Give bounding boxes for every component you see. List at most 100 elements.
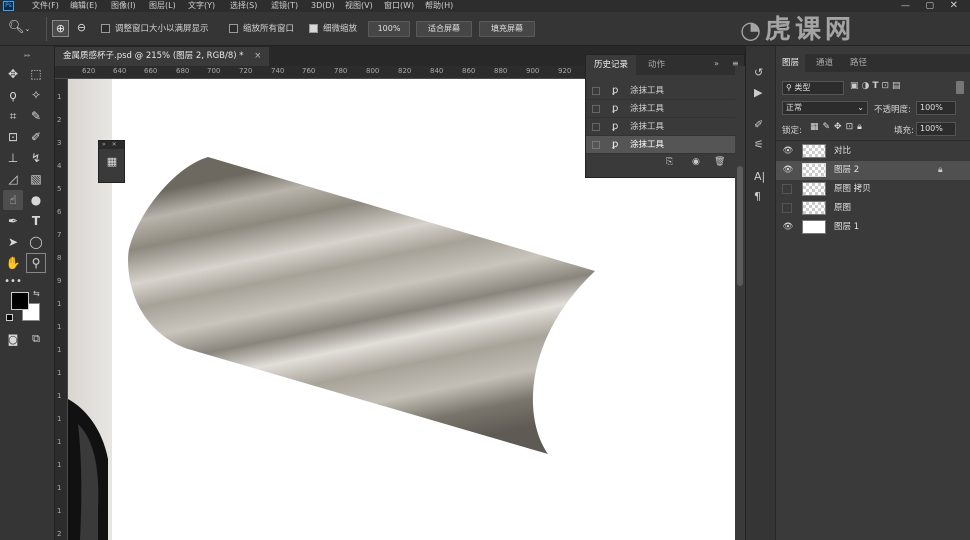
menu-type[interactable]: 文字(Y) [188, 0, 215, 12]
layer-row[interactable]: 👁︎ 对比 [776, 142, 970, 161]
layer-row[interactable]: 原图 [776, 199, 970, 218]
toolbar-collapse-icon[interactable]: ▸▸ [0, 52, 55, 59]
blend-mode-select[interactable]: 正常 ⌄ [782, 101, 868, 115]
tab-paths[interactable]: 路径 [846, 54, 871, 72]
opacity-field[interactable]: 100% [916, 101, 956, 115]
quick-mask-icon[interactable]: ◙ [3, 329, 23, 349]
layer-row[interactable]: 原图 拷贝 [776, 180, 970, 199]
brush-settings-icon[interactable]: ✐ [754, 118, 763, 131]
history-row[interactable]: ꝑ 涂抹工具 [586, 100, 736, 118]
history-panel-icon[interactable]: ↺ [754, 66, 763, 79]
clone-stamp-icon[interactable]: ⊥ [3, 148, 23, 168]
close-icon[interactable]: ✕ [112, 141, 117, 148]
filter-toggle[interactable] [956, 81, 964, 94]
smudge-tool-icon[interactable]: ☝ [3, 190, 23, 210]
menu-file[interactable]: 文件(F) [32, 0, 59, 12]
camera-icon[interactable]: ◉ [692, 157, 700, 167]
marquee-tool-icon[interactable]: ⬚ [26, 64, 46, 84]
adjustments-icon[interactable]: ⚟ [754, 138, 764, 151]
visibility-eye-icon[interactable]: 👁︎ [782, 164, 794, 176]
ellipse-tool-icon[interactable]: ◯ [26, 232, 46, 252]
zoom-all-windows-checkbox[interactable] [229, 24, 238, 33]
menu-edit[interactable]: 编辑(E) [70, 0, 97, 12]
magic-wand-icon[interactable]: ✧ [26, 85, 46, 105]
lasso-tool-icon[interactable]: ϙ [3, 85, 23, 105]
fill-screen-button[interactable]: 填充屏幕 [479, 21, 535, 37]
tab-channels[interactable]: 通道 [812, 54, 837, 72]
default-colors-icon[interactable] [6, 314, 13, 321]
close-window-icon[interactable]: ✕ [950, 0, 958, 12]
snapshot-checkbox[interactable] [592, 141, 600, 149]
crop-tool-icon[interactable]: ⌗ [3, 106, 23, 126]
layer-filter-icons[interactable]: ▣◑T⊡▤ [850, 81, 904, 91]
scroll-thumb[interactable] [737, 166, 743, 286]
zoom-tool-preset[interactable]: 🔍︎⌄ [8, 20, 38, 38]
canvas-vertical-scrollbar[interactable] [735, 66, 745, 540]
move-tool-icon[interactable]: ✥ [3, 64, 23, 84]
trash-icon[interactable]: 🗑︎ [714, 157, 725, 167]
menu-layer[interactable]: 图层(L) [149, 0, 176, 12]
resize-windows-checkbox[interactable] [101, 24, 110, 33]
layer-thumbnail [802, 220, 826, 234]
fill-field[interactable]: 100% [916, 122, 956, 136]
type-tool-icon[interactable]: T [26, 211, 46, 231]
maximize-icon[interactable]: ▢ [925, 0, 934, 12]
history-row[interactable]: ꝑ 涂抹工具 [586, 118, 736, 136]
tab-layers[interactable]: 图层 [776, 54, 806, 72]
snapshot-checkbox[interactable] [592, 123, 600, 131]
expand-icon[interactable]: » [102, 141, 106, 148]
minimize-icon[interactable]: — [901, 0, 910, 12]
layer-row-selected[interactable]: 👁︎ 图层 2 🔒︎ [776, 161, 970, 180]
more-tools-icon[interactable]: ••• [3, 271, 23, 291]
panel-expand-icon[interactable]: » [714, 59, 719, 68]
close-tab-icon[interactable]: × [254, 51, 261, 61]
tab-actions[interactable]: 动作 [642, 55, 671, 75]
menu-filter[interactable]: 滤镜(T) [271, 0, 298, 12]
menu-3d[interactable]: 3D(D) [311, 0, 335, 12]
pen-tool-icon[interactable]: ✒ [3, 211, 23, 231]
visibility-toggle-off[interactable] [782, 184, 792, 194]
visibility-toggle-off[interactable] [782, 203, 792, 213]
history-brush-icon[interactable]: ↯ [26, 148, 46, 168]
menu-select[interactable]: 选择(S) [230, 0, 257, 12]
document-tab[interactable]: 金属质感杯子.psd @ 215% (图层 2, RGB/8) * × [55, 47, 270, 66]
brush-tool-icon[interactable]: ✐ [26, 127, 46, 147]
snapshot-checkbox[interactable] [592, 105, 600, 113]
swap-colors-icon[interactable]: ⇆ [33, 289, 40, 298]
menu-help[interactable]: 帮助(H) [425, 0, 453, 12]
menu-window[interactable]: 窗口(W) [384, 0, 414, 12]
history-row-current[interactable]: ꝑ 涂抹工具 [586, 136, 736, 154]
healing-brush-icon[interactable]: ⊡ [3, 127, 23, 147]
zoom-value-field[interactable]: 100% [368, 21, 410, 37]
properties-icon[interactable]: ▦ [105, 155, 119, 169]
visibility-eye-icon[interactable]: 👁︎ [782, 221, 794, 233]
paragraph-panel-icon[interactable]: ¶ [754, 190, 761, 203]
ruler-tick: 1 [57, 461, 62, 469]
path-selection-icon[interactable]: ➤ [3, 232, 23, 252]
tab-history[interactable]: 历史记录 [586, 55, 637, 75]
lock-buttons[interactable]: ▦✎✥⊡🔒︎ [810, 122, 866, 132]
zoom-out-button[interactable]: ⊖ [73, 20, 90, 37]
hand-tool-icon[interactable]: ✋ [3, 253, 23, 273]
menu-view[interactable]: 视图(V) [345, 0, 373, 12]
layer-row[interactable]: 👁︎ 图层 1 [776, 218, 970, 237]
zoom-tool-icon[interactable]: ⚲ [26, 253, 46, 273]
eyedropper-icon[interactable]: ✎ [26, 106, 46, 126]
fit-screen-button[interactable]: 适合屏幕 [416, 21, 472, 37]
ruler-tick: 9 [57, 277, 62, 285]
actions-panel-icon[interactable]: ▶ [754, 86, 762, 99]
dodge-tool-icon[interactable]: ● [26, 190, 46, 210]
character-panel-icon[interactable]: A| [754, 170, 765, 183]
eraser-icon[interactable]: ◿ [3, 169, 23, 189]
zoom-in-button[interactable]: ⊕ [52, 20, 69, 37]
layer-filter-select[interactable]: ⚲ 类型 [782, 81, 844, 95]
gradient-tool-icon[interactable]: ▧ [26, 169, 46, 189]
scrubby-zoom-checkbox[interactable] [309, 24, 318, 33]
new-document-from-state-icon[interactable]: ⎘ [666, 157, 673, 167]
visibility-eye-icon[interactable]: 👁︎ [782, 145, 794, 157]
menu-image[interactable]: 图像(I) [111, 0, 136, 12]
screen-mode-icon[interactable]: ⧉ [26, 329, 46, 349]
foreground-color-swatch[interactable] [11, 292, 29, 310]
snapshot-checkbox[interactable] [592, 87, 600, 95]
history-row[interactable]: ꝑ 涂抹工具 [586, 82, 736, 100]
